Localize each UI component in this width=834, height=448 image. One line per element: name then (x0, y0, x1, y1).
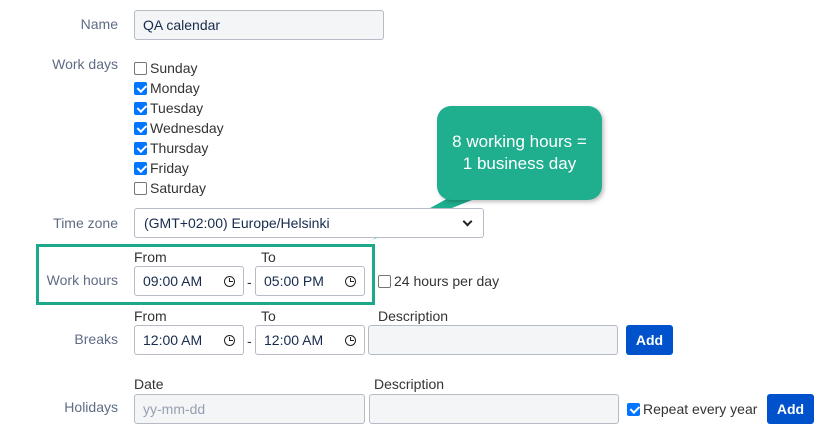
add-break-button[interactable]: Add (626, 325, 673, 355)
monday-checkbox[interactable] (134, 81, 147, 95)
callout-text: 8 working hours = 1 business day (452, 132, 587, 173)
repeat-checkbox[interactable] (627, 402, 640, 416)
timezone-value: (GMT+02:00) Europe/Helsinki (144, 215, 330, 231)
range-dash: - (247, 274, 252, 290)
day-sunday[interactable]: Sunday (134, 60, 197, 76)
breaks-description-label: Description (378, 308, 449, 324)
day-label: Sunday (150, 60, 198, 76)
holidays-date-label: Date (134, 376, 164, 392)
day-label: Tuesday (150, 100, 204, 116)
day-label: Thursday (150, 140, 209, 156)
day-thursday[interactable]: Thursday (134, 140, 208, 156)
all-day-label: 24 hours per day (394, 273, 500, 289)
saturday-checkbox[interactable] (134, 181, 147, 195)
day-label: Wednesday (150, 120, 224, 136)
work-hours-to-label: To (261, 249, 276, 265)
all-day-option[interactable]: 24 hours per day (378, 273, 499, 289)
time-value: 12:00 AM (264, 332, 324, 348)
timezone-select[interactable]: (GMT+02:00) Europe/Helsinki (134, 208, 484, 238)
time-value: 12:00 AM (143, 332, 203, 348)
day-label: Saturday (150, 180, 207, 196)
breaks-to-label: To (261, 308, 276, 324)
name-label: Name (80, 16, 118, 32)
work-hours-to-input[interactable]: 05:00 PM (255, 266, 365, 296)
day-wednesday[interactable]: Wednesday (134, 120, 224, 136)
timezone-label: Time zone (53, 215, 118, 231)
breaks-from-input[interactable]: 12:00 AM (134, 325, 244, 355)
day-friday[interactable]: Friday (134, 160, 189, 176)
breaks-from-label: From (134, 308, 167, 324)
holiday-description-input[interactable] (369, 394, 619, 424)
clock-icon[interactable] (345, 275, 356, 287)
repeat-every-year-option[interactable]: Repeat every year (627, 401, 757, 417)
clock-icon[interactable] (224, 275, 235, 287)
range-dash: - (247, 333, 252, 349)
day-label: Friday (150, 160, 189, 176)
breaks-to-input[interactable]: 12:00 AM (255, 325, 365, 355)
friday-checkbox[interactable] (134, 161, 147, 175)
clock-icon[interactable] (224, 334, 235, 346)
all-day-checkbox[interactable] (378, 274, 391, 288)
day-label: Monday (150, 80, 200, 96)
workdays-label: Work days (52, 56, 118, 72)
holiday-date-input[interactable]: yy-mm-dd (134, 394, 365, 424)
add-holiday-button[interactable]: Add (767, 394, 814, 424)
thursday-checkbox[interactable] (134, 141, 147, 155)
chevron-down-icon (462, 216, 473, 226)
sunday-checkbox[interactable] (134, 61, 147, 75)
day-monday[interactable]: Monday (134, 80, 200, 96)
breaks-label: Breaks (74, 331, 118, 347)
day-saturday[interactable]: Saturday (134, 180, 206, 196)
wednesday-checkbox[interactable] (134, 121, 147, 135)
name-input[interactable]: QA calendar (134, 10, 384, 40)
tuesday-checkbox[interactable] (134, 101, 147, 115)
holidays-description-label: Description (374, 376, 445, 392)
work-hours-from-input[interactable]: 09:00 AM (134, 266, 244, 296)
holidays-label: Holidays (64, 399, 118, 415)
day-tuesday[interactable]: Tuesday (134, 100, 203, 116)
time-value: 05:00 PM (264, 273, 324, 289)
work-hours-from-label: From (134, 249, 167, 265)
repeat-label: Repeat every year (643, 401, 758, 417)
breaks-description-input[interactable] (368, 325, 618, 355)
clock-icon[interactable] (345, 334, 356, 346)
time-value: 09:00 AM (143, 273, 203, 289)
callout-bubble: 8 working hours = 1 business day (437, 106, 602, 200)
work-hours-label: Work hours (46, 272, 118, 288)
